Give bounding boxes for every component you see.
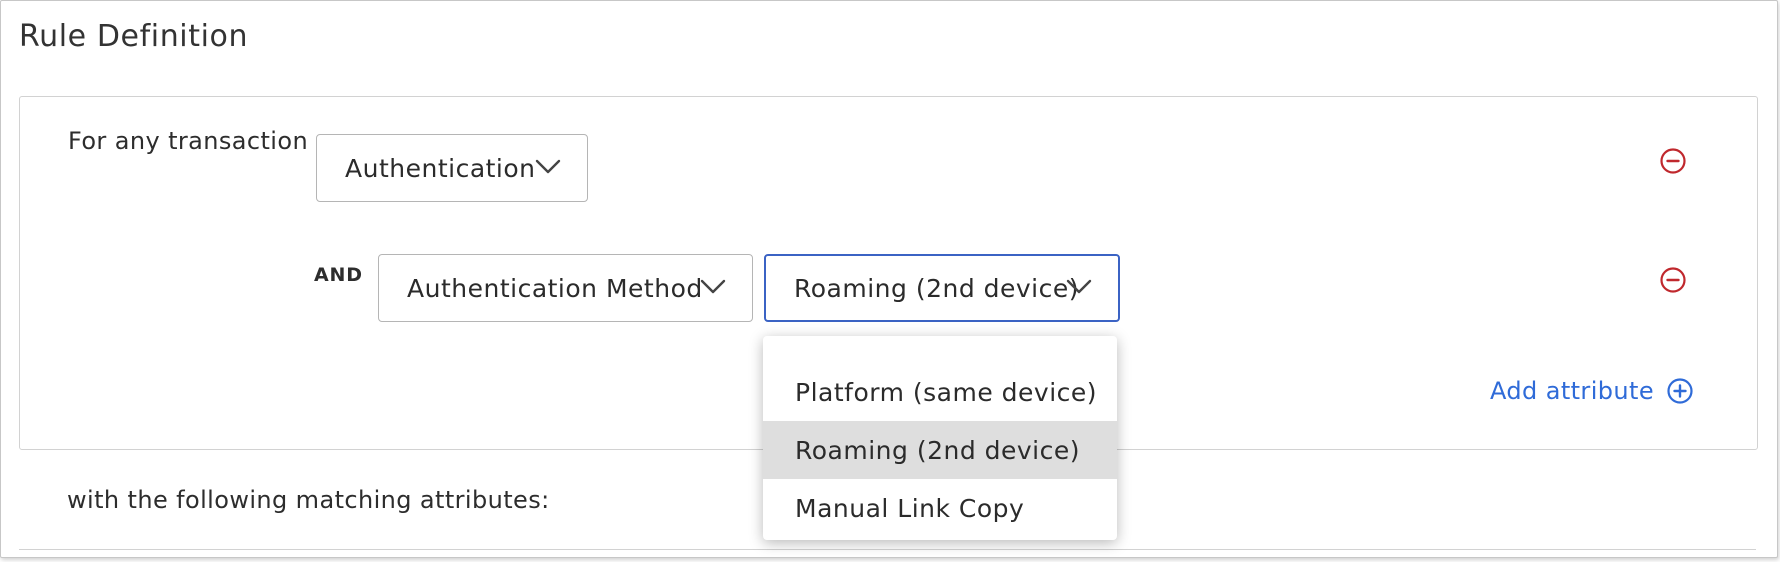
attribute-value-dropdown: Platform (same device) Roaming (2nd devi…: [763, 336, 1117, 540]
dropdown-option-manual-link-copy[interactable]: Manual Link Copy: [763, 479, 1117, 537]
remove-attribute-button[interactable]: [1659, 266, 1687, 294]
remove-transaction-button[interactable]: [1659, 147, 1687, 175]
attribute-value: Authentication Method: [407, 273, 703, 303]
rule-definition-panel: Rule Definition For any transaction Auth…: [0, 0, 1778, 558]
and-label: AND: [314, 264, 363, 286]
attribute-value-select[interactable]: Roaming (2nd device): [764, 254, 1120, 322]
transaction-label: For any transaction: [68, 127, 309, 155]
transaction-type-value: Authentication: [345, 153, 536, 183]
attribute-value-selected: Roaming (2nd device): [794, 273, 1080, 303]
chevron-down-icon: [700, 279, 726, 294]
plus-circle-icon: [1667, 378, 1693, 404]
add-attribute-button[interactable]: Add attribute: [1490, 377, 1694, 405]
transaction-type-select[interactable]: Authentication: [316, 134, 588, 202]
section-title: Rule Definition: [19, 19, 249, 54]
divider: [19, 549, 1756, 550]
attribute-select[interactable]: Authentication Method: [378, 254, 753, 322]
chevron-down-icon: [535, 159, 561, 174]
dropdown-option-roaming[interactable]: Roaming (2nd device): [763, 421, 1117, 479]
chevron-down-icon: [1066, 279, 1092, 294]
add-attribute-label: Add attribute: [1490, 377, 1654, 405]
dropdown-option-platform[interactable]: Platform (same device): [763, 363, 1117, 421]
matching-attributes-label: with the following matching attributes:: [67, 486, 550, 514]
